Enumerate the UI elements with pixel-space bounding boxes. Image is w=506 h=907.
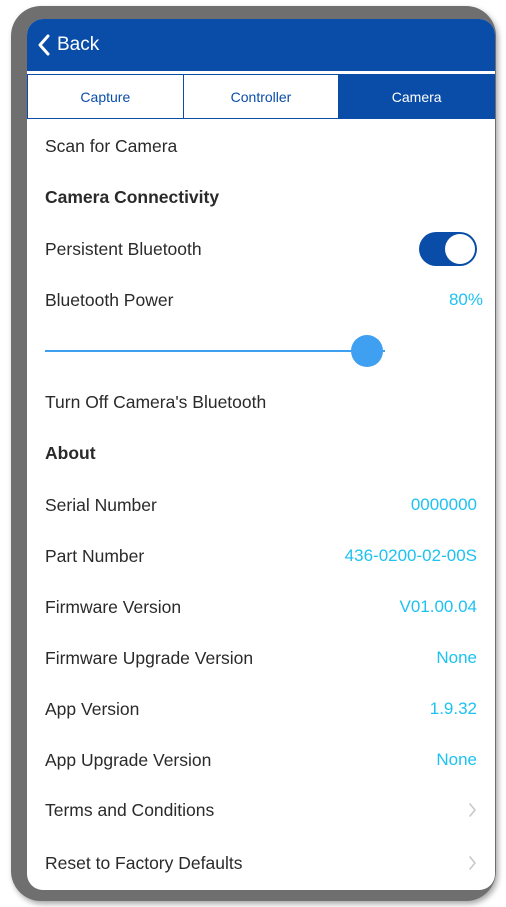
bluetooth-power-label: Bluetooth Power (45, 289, 174, 310)
navigation-bar: Back (27, 19, 495, 71)
persistent-bluetooth-toggle[interactable] (419, 232, 477, 266)
persistent-bluetooth-label: Persistent Bluetooth (45, 238, 202, 259)
chevron-left-icon (38, 34, 50, 56)
back-button[interactable]: Back (37, 29, 99, 61)
back-label: Back (57, 34, 100, 55)
app-upgrade-row: App Upgrade Version None (45, 740, 477, 780)
app-version-row: App Version 1.9.32 (45, 689, 477, 729)
about-heading: About (45, 433, 477, 473)
serial-number-value: 0000000 (410, 495, 477, 514)
toggle-knob (445, 234, 475, 264)
slider-thumb[interactable] (350, 335, 383, 367)
firmware-version-label: Firmware Version (45, 596, 182, 617)
reset-factory-label: Reset to Factory Defaults (45, 852, 243, 873)
firmware-version-row: Firmware Version V01.00.04 (45, 587, 477, 627)
tab-camera[interactable]: Camera (339, 75, 495, 118)
chevron-right-icon (469, 856, 476, 870)
serial-number-label: Serial Number (45, 494, 157, 515)
turn-off-bluetooth-label: Turn Off Camera's Bluetooth (45, 391, 267, 412)
section-heading: Camera Connectivity (45, 186, 220, 207)
tab-capture[interactable]: Capture (28, 75, 184, 118)
terms-row[interactable]: Terms and Conditions (45, 790, 477, 830)
slider-track (45, 350, 385, 352)
camera-connectivity-heading: Camera Connectivity (45, 177, 477, 217)
app-upgrade-value: None (436, 750, 477, 769)
scan-for-camera-row[interactable]: Scan for Camera (45, 126, 477, 166)
reset-factory-row[interactable]: Reset to Factory Defaults (45, 843, 477, 883)
firmware-upgrade-row: Firmware Upgrade Version None (45, 638, 477, 678)
app-version-label: App Version (45, 698, 140, 719)
part-number-row: Part Number 436-0200-02-00S (45, 536, 477, 576)
app-version-value: 1.9.32 (429, 699, 477, 718)
terms-label: Terms and Conditions (45, 799, 215, 820)
section-heading: About (45, 442, 96, 463)
serial-number-row: Serial Number 0000000 (45, 485, 477, 525)
persistent-bluetooth-row: Persistent Bluetooth (45, 229, 477, 269)
part-number-label: Part Number (45, 545, 145, 566)
firmware-upgrade-label: Firmware Upgrade Version (45, 647, 254, 668)
firmware-upgrade-value: None (436, 648, 477, 667)
chevron-right-icon (469, 803, 476, 817)
app-screen: Back Capture Controller Camera Scan for … (27, 19, 495, 890)
bluetooth-power-row: Bluetooth Power 80% (45, 280, 483, 320)
tab-controller[interactable]: Controller (183, 75, 340, 118)
bluetooth-power-slider[interactable] (45, 329, 400, 373)
turn-off-bluetooth-row[interactable]: Turn Off Camera's Bluetooth (45, 382, 477, 422)
app-upgrade-label: App Upgrade Version (45, 749, 212, 770)
part-number-value: 436-0200-02-00S (344, 546, 477, 565)
bluetooth-power-value: 80% (448, 290, 483, 309)
segmented-tabs: Capture Controller Camera (27, 74, 495, 119)
scan-for-camera-label: Scan for Camera (45, 135, 178, 156)
firmware-version-value: V01.00.04 (399, 597, 477, 616)
